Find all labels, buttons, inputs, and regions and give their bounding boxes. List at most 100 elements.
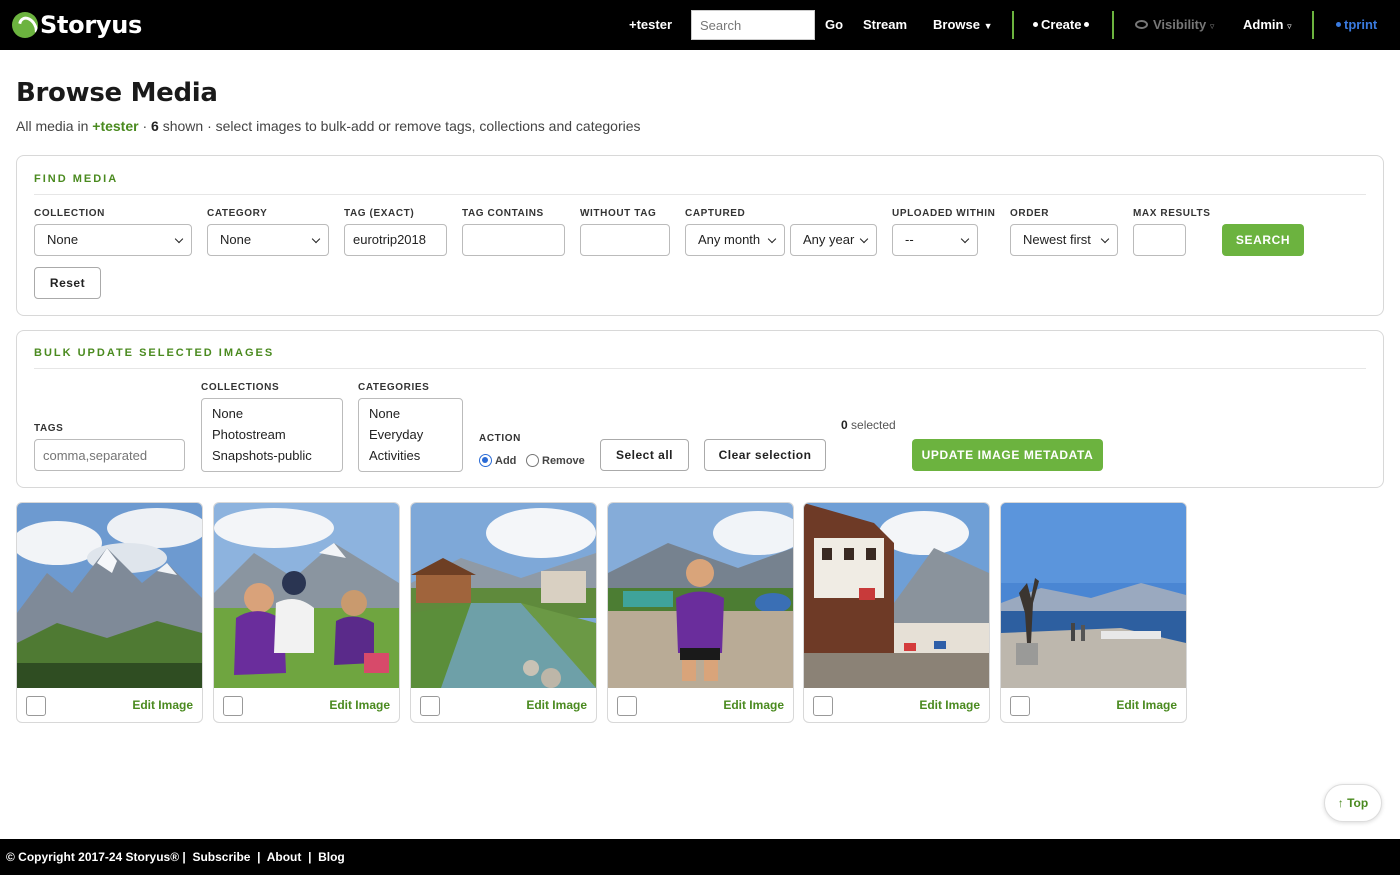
footer-sep: | bbox=[182, 850, 186, 864]
reset-button[interactable]: Reset bbox=[34, 267, 101, 299]
find-media-title: FIND MEDIA bbox=[34, 173, 119, 185]
category-option[interactable]: Activities bbox=[369, 445, 452, 466]
nav-browse-label: Browse bbox=[933, 17, 980, 32]
footer-blog-link[interactable]: Blog bbox=[318, 850, 345, 864]
select-checkbox[interactable] bbox=[26, 696, 46, 716]
collection-label: COLLECTION bbox=[34, 208, 105, 219]
select-all-button[interactable]: Select all bbox=[600, 439, 689, 471]
footer-sep: | bbox=[308, 850, 312, 864]
tag-exact-input[interactable]: eurotrip2018 bbox=[344, 224, 447, 256]
collections-label: COLLECTIONS bbox=[201, 382, 280, 393]
collection-option[interactable]: None bbox=[212, 403, 332, 424]
nav-create[interactable]: Create bbox=[1030, 0, 1092, 50]
action-remove-radio[interactable] bbox=[526, 454, 539, 467]
uploaded-within-select[interactable]: -- bbox=[892, 224, 978, 256]
max-results-label: MAX RESULTS bbox=[1133, 208, 1211, 219]
edit-image-link[interactable]: Edit Image bbox=[329, 698, 390, 712]
category-option[interactable]: None bbox=[369, 403, 452, 424]
edit-image-link[interactable]: Edit Image bbox=[132, 698, 193, 712]
action-remove-label[interactable]: Remove bbox=[542, 455, 585, 467]
tag-contains-input[interactable] bbox=[462, 224, 565, 256]
captured-label: CAPTURED bbox=[685, 208, 746, 219]
page-title: Browse Media bbox=[16, 78, 218, 108]
panel-divider bbox=[34, 194, 1366, 195]
kids-picnic-photo[interactable] bbox=[214, 503, 399, 688]
select-checkbox[interactable] bbox=[617, 696, 637, 716]
panel-divider bbox=[34, 368, 1366, 369]
page-subtitle: All media in +tester · 6 shown · select … bbox=[16, 118, 641, 134]
order-label: ORDER bbox=[1010, 208, 1050, 219]
media-card: Edit Image bbox=[1000, 502, 1187, 723]
nav-browse[interactable]: Browse ▼ bbox=[933, 0, 993, 50]
brand-name: Storyus bbox=[40, 11, 142, 39]
collection-option[interactable]: Photostream bbox=[212, 424, 332, 445]
update-metadata-button[interactable]: UPDATE IMAGE METADATA bbox=[912, 439, 1103, 471]
select-checkbox[interactable] bbox=[813, 696, 833, 716]
nav-account[interactable]: tprint bbox=[1333, 0, 1377, 50]
go-button[interactable]: Go bbox=[825, 0, 843, 50]
search-input[interactable] bbox=[691, 10, 815, 40]
tag-contains-label: TAG CONTAINS bbox=[462, 208, 544, 219]
nav-account-label: tprint bbox=[1344, 17, 1378, 32]
collection-option[interactable]: Snapshots-public bbox=[212, 445, 332, 466]
nav-visibility[interactable]: Visibility ▿ bbox=[1135, 0, 1214, 50]
selected-count: 0 bbox=[841, 418, 848, 432]
edit-image-link[interactable]: Edit Image bbox=[1116, 698, 1177, 712]
max-results-input[interactable] bbox=[1133, 224, 1186, 256]
brand-logo[interactable]: Storyus bbox=[12, 11, 142, 39]
captured-year-select[interactable]: Any year bbox=[790, 224, 877, 256]
tags-label: TAGS bbox=[34, 423, 64, 434]
nav-create-label: Create bbox=[1041, 17, 1082, 32]
select-checkbox[interactable] bbox=[420, 696, 440, 716]
river-village-photo[interactable] bbox=[411, 503, 596, 688]
select-checkbox[interactable] bbox=[223, 696, 243, 716]
nav-admin[interactable]: Admin ▿ bbox=[1243, 0, 1292, 50]
subtitle-suffix: shown · select images to bulk-add or rem… bbox=[158, 118, 641, 134]
action-add-label[interactable]: Add bbox=[495, 455, 516, 467]
action-add-radio[interactable] bbox=[479, 454, 492, 467]
footer: © Copyright 2017-24 Storyus® | Subscribe… bbox=[0, 839, 1400, 875]
subtitle-sep: · bbox=[138, 118, 152, 134]
footer-sep: | bbox=[257, 850, 261, 864]
collections-listbox[interactable]: None Photostream Snapshots-public bbox=[201, 398, 343, 472]
nav-visibility-label: Visibility bbox=[1153, 17, 1207, 32]
back-to-top-label: Top bbox=[1347, 796, 1369, 810]
caret-down-icon: ▼ bbox=[983, 21, 993, 31]
categories-label: CATEGORIES bbox=[358, 382, 430, 393]
nav-stream[interactable]: Stream bbox=[863, 0, 907, 50]
order-select[interactable]: Newest first bbox=[1010, 224, 1118, 256]
media-card: Edit Image bbox=[803, 502, 990, 723]
captured-month-select[interactable]: Any month bbox=[685, 224, 785, 256]
edit-image-link[interactable]: Edit Image bbox=[919, 698, 980, 712]
caret-down-icon: ▿ bbox=[1209, 21, 1215, 31]
category-select[interactable]: None bbox=[207, 224, 329, 256]
category-option[interactable]: Everyday bbox=[369, 424, 452, 445]
collection-select[interactable]: None bbox=[34, 224, 192, 256]
footer-about-link[interactable]: About bbox=[267, 850, 302, 864]
without-tag-input[interactable] bbox=[580, 224, 670, 256]
nav-user[interactable]: +tester bbox=[629, 0, 672, 50]
nav-divider bbox=[1012, 11, 1014, 39]
footer-subscribe-link[interactable]: Subscribe bbox=[192, 850, 250, 864]
subtitle-user-link[interactable]: +tester bbox=[92, 118, 138, 134]
bulk-update-panel: BULK UPDATE SELECTED IMAGES TAGS COLLECT… bbox=[16, 330, 1384, 488]
caret-down-icon: ▿ bbox=[1287, 21, 1292, 31]
tags-input[interactable] bbox=[34, 439, 185, 471]
without-tag-label: WITHOUT TAG bbox=[580, 208, 657, 219]
select-checkbox[interactable] bbox=[1010, 696, 1030, 716]
boy-scout-photo[interactable] bbox=[608, 503, 793, 688]
lakeside-statue-photo[interactable] bbox=[1001, 503, 1186, 688]
edit-image-link[interactable]: Edit Image bbox=[526, 698, 587, 712]
clear-selection-button[interactable]: Clear selection bbox=[704, 439, 826, 471]
back-to-top-button[interactable]: ↑ Top bbox=[1324, 784, 1382, 822]
media-card: Edit Image bbox=[213, 502, 400, 723]
categories-listbox[interactable]: None Everyday Activities bbox=[358, 398, 463, 472]
copyright-text: © Copyright 2017-24 Storyus® bbox=[6, 850, 180, 864]
search-button[interactable]: SEARCH bbox=[1222, 224, 1304, 256]
edit-image-link[interactable]: Edit Image bbox=[723, 698, 784, 712]
category-label: CATEGORY bbox=[207, 208, 268, 219]
media-card: Edit Image bbox=[607, 502, 794, 723]
bulk-update-title: BULK UPDATE SELECTED IMAGES bbox=[34, 347, 275, 359]
village-street-photo[interactable] bbox=[804, 503, 989, 688]
mountain-meadow-photo[interactable] bbox=[17, 503, 202, 688]
